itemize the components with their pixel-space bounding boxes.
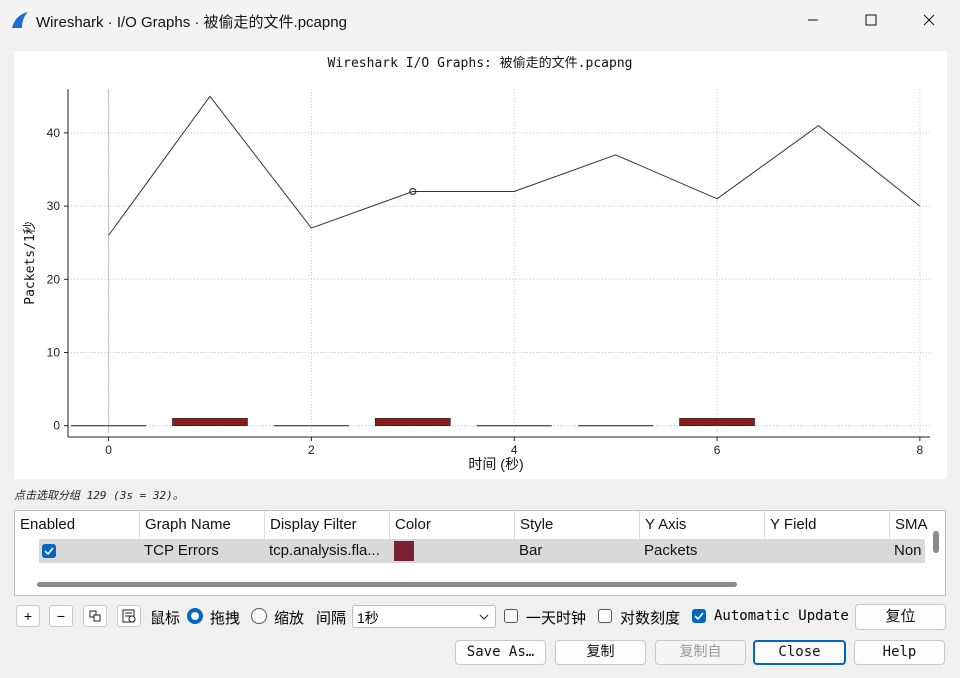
io-graph-plot[interactable]: Wireshark I/O Graphs: 被偷走的文件.pcapng Pack… [14,51,947,479]
clear-graphs-button[interactable] [117,605,141,627]
auto-update-checkbox[interactable] [692,609,706,623]
plot-title: Wireshark I/O Graphs: 被偷走的文件.pcapng [328,55,633,71]
color-swatch[interactable] [394,541,414,561]
y-tick-label: 40 [47,126,61,140]
tcp-errors-bar [172,418,248,426]
tcp-errors-bar [374,418,451,426]
all-packets-line [108,95,921,236]
copy-from-button[interactable]: 复制自 [655,640,746,665]
sma-cell[interactable]: Non [890,539,929,563]
column-header-color[interactable]: Color [390,511,515,539]
interval-select[interactable]: 1秒 [352,605,496,628]
x-tick-label: 8 [917,443,924,457]
time-of-day-checkbox[interactable] [504,609,518,623]
time-of-day-label[interactable]: 一天时钟 [526,607,586,628]
column-header-y-field[interactable]: Y Field [765,511,890,539]
x-tick-label: 6 [714,443,721,457]
mouse-mode-label: 鼠标 [150,610,181,627]
tcp-errors-bar [679,418,755,426]
x-tick-label: 4 [511,443,518,457]
close-window-button[interactable] [900,0,958,40]
wireshark-fin-icon [12,12,28,28]
log-scale-checkbox[interactable] [598,609,612,623]
graph-name-cell[interactable]: TCP Errors [140,539,264,563]
y-tick-label: 20 [47,272,61,286]
duplicate-graph-button[interactable] [83,605,107,627]
add-graph-button[interactable]: + [16,605,40,627]
column-header-graph-name[interactable]: Graph Name [140,511,265,539]
table-row[interactable]: TCP Errors tcp.analysis.fla... Bar Packe… [39,539,925,563]
graph-table[interactable]: Enabled Graph Name Display Filter Color … [14,510,946,596]
checkmark-icon [44,547,54,556]
y-tick-label: 0 [53,419,60,433]
status-message: 点击选取分组 129 (3s = 32)。 [14,489,184,502]
x-tick-label: 2 [308,443,315,457]
add-graph-label: + [23,608,33,624]
maximize-icon [865,14,877,26]
remove-graph-label: − [56,608,66,624]
axis-layer: 0 10 20 30 40 0 2 4 6 8 [47,89,930,457]
horizontal-scrollbar[interactable] [37,582,737,587]
log-scale-label[interactable]: 对数刻度 [620,607,680,628]
grid-layer [68,89,930,433]
close-button[interactable]: Close [753,640,846,665]
y-axis-cell[interactable]: Packets [640,539,764,563]
table-header: Enabled Graph Name Display Filter Color … [15,511,945,539]
interval-label: 间隔 [316,610,347,627]
zoom-mode-label[interactable]: 缩放 [274,607,304,628]
drag-mode-radio[interactable] [187,608,203,624]
column-header-enabled[interactable]: Enabled [15,511,140,539]
column-header-sma[interactable]: SMA [890,511,930,539]
copy-button[interactable]: 复制 [555,640,646,665]
auto-update-label[interactable]: Automatic Update [714,608,849,624]
column-header-y-axis[interactable]: Y Axis [640,511,765,539]
column-header-style[interactable]: Style [515,511,640,539]
x-tick-label: 0 [105,443,112,457]
title-bar: Wireshark · I/O Graphs · 被偷走的文件.pcapng [0,0,960,40]
close-icon [923,14,935,26]
bar-series [71,418,755,427]
zoom-mode-radio[interactable] [251,608,267,624]
enabled-checkbox[interactable] [42,544,56,558]
column-header-display-filter[interactable]: Display Filter [265,511,390,539]
vertical-scrollbar[interactable] [933,531,939,553]
drag-mode-label[interactable]: 拖拽 [210,607,240,628]
style-cell[interactable]: Bar [515,539,639,563]
reset-button[interactable]: 复位 [855,604,946,630]
save-as-button[interactable]: Save As… [455,640,546,665]
maximize-button[interactable] [842,0,900,40]
window-title: Wireshark · I/O Graphs · 被偷走的文件.pcapng [36,14,347,31]
checkmark-icon [694,612,704,621]
display-filter-cell[interactable]: tcp.analysis.fla... [265,539,389,563]
interval-value: 1秒 [357,610,379,626]
line-series [108,95,921,236]
io-graph-canvas[interactable]: Wireshark I/O Graphs: 被偷走的文件.pcapng Pack… [14,51,947,479]
minimize-icon [808,19,818,21]
y-tick-label: 30 [47,199,61,213]
help-button[interactable]: Help [854,640,945,665]
chevron-down-icon [479,614,489,620]
y-tick-label: 10 [47,345,61,359]
remove-graph-button[interactable]: − [49,605,73,627]
x-axis-label: 时间 (秒) [468,456,523,472]
copy-icon [89,610,101,622]
minimize-button[interactable] [784,0,842,40]
y-axis-label: Packets/1秒 [23,221,38,304]
clear-list-icon [122,609,136,623]
y-field-cell[interactable] [765,539,889,563]
